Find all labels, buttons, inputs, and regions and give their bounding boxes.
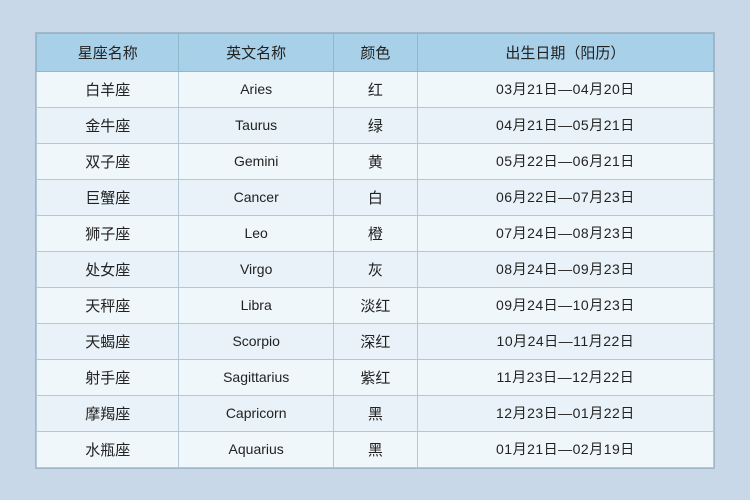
zodiac-table: 星座名称 英文名称 颜色 出生日期（阳历） 白羊座Aries红03月21日—04… — [36, 33, 714, 468]
cell-english-name: Cancer — [179, 179, 333, 215]
cell-chinese-name: 狮子座 — [37, 215, 179, 251]
table-body: 白羊座Aries红03月21日—04月20日金牛座Taurus绿04月21日—0… — [37, 71, 714, 467]
cell-color: 黄 — [333, 143, 417, 179]
table-header-row: 星座名称 英文名称 颜色 出生日期（阳历） — [37, 33, 714, 71]
cell-english-name: Gemini — [179, 143, 333, 179]
cell-english-name: Aries — [179, 71, 333, 107]
table-row: 水瓶座Aquarius黑01月21日—02月19日 — [37, 431, 714, 467]
cell-date: 10月24日—11月22日 — [417, 323, 713, 359]
cell-chinese-name: 水瓶座 — [37, 431, 179, 467]
cell-date: 05月22日—06月21日 — [417, 143, 713, 179]
header-color: 颜色 — [333, 33, 417, 71]
cell-date: 04月21日—05月21日 — [417, 107, 713, 143]
cell-english-name: Aquarius — [179, 431, 333, 467]
table-row: 双子座Gemini黄05月22日—06月21日 — [37, 143, 714, 179]
table-row: 巨蟹座Cancer白06月22日—07月23日 — [37, 179, 714, 215]
cell-date: 11月23日—12月22日 — [417, 359, 713, 395]
cell-color: 深红 — [333, 323, 417, 359]
table-row: 射手座Sagittarius紫红11月23日—12月22日 — [37, 359, 714, 395]
cell-date: 07月24日—08月23日 — [417, 215, 713, 251]
cell-color: 灰 — [333, 251, 417, 287]
zodiac-table-container: 星座名称 英文名称 颜色 出生日期（阳历） 白羊座Aries红03月21日—04… — [35, 32, 715, 469]
cell-english-name: Sagittarius — [179, 359, 333, 395]
cell-color: 紫红 — [333, 359, 417, 395]
cell-chinese-name: 摩羯座 — [37, 395, 179, 431]
table-row: 天蝎座Scorpio深红10月24日—11月22日 — [37, 323, 714, 359]
cell-chinese-name: 金牛座 — [37, 107, 179, 143]
cell-color: 白 — [333, 179, 417, 215]
table-row: 处女座Virgo灰08月24日—09月23日 — [37, 251, 714, 287]
header-english-name: 英文名称 — [179, 33, 333, 71]
cell-english-name: Scorpio — [179, 323, 333, 359]
cell-chinese-name: 射手座 — [37, 359, 179, 395]
cell-english-name: Virgo — [179, 251, 333, 287]
cell-chinese-name: 天秤座 — [37, 287, 179, 323]
cell-color: 黑 — [333, 431, 417, 467]
cell-chinese-name: 巨蟹座 — [37, 179, 179, 215]
cell-english-name: Capricorn — [179, 395, 333, 431]
cell-english-name: Taurus — [179, 107, 333, 143]
cell-english-name: Libra — [179, 287, 333, 323]
cell-color: 淡红 — [333, 287, 417, 323]
header-date: 出生日期（阳历） — [417, 33, 713, 71]
cell-date: 06月22日—07月23日 — [417, 179, 713, 215]
table-row: 金牛座Taurus绿04月21日—05月21日 — [37, 107, 714, 143]
table-row: 白羊座Aries红03月21日—04月20日 — [37, 71, 714, 107]
table-row: 天秤座Libra淡红09月24日—10月23日 — [37, 287, 714, 323]
cell-chinese-name: 天蝎座 — [37, 323, 179, 359]
cell-date: 03月21日—04月20日 — [417, 71, 713, 107]
cell-color: 红 — [333, 71, 417, 107]
cell-color: 黑 — [333, 395, 417, 431]
table-row: 摩羯座Capricorn黑12月23日—01月22日 — [37, 395, 714, 431]
cell-english-name: Leo — [179, 215, 333, 251]
cell-chinese-name: 处女座 — [37, 251, 179, 287]
cell-date: 01月21日—02月19日 — [417, 431, 713, 467]
cell-date: 12月23日—01月22日 — [417, 395, 713, 431]
cell-date: 09月24日—10月23日 — [417, 287, 713, 323]
header-chinese-name: 星座名称 — [37, 33, 179, 71]
cell-color: 绿 — [333, 107, 417, 143]
cell-chinese-name: 双子座 — [37, 143, 179, 179]
cell-date: 08月24日—09月23日 — [417, 251, 713, 287]
cell-chinese-name: 白羊座 — [37, 71, 179, 107]
table-row: 狮子座Leo橙07月24日—08月23日 — [37, 215, 714, 251]
cell-color: 橙 — [333, 215, 417, 251]
